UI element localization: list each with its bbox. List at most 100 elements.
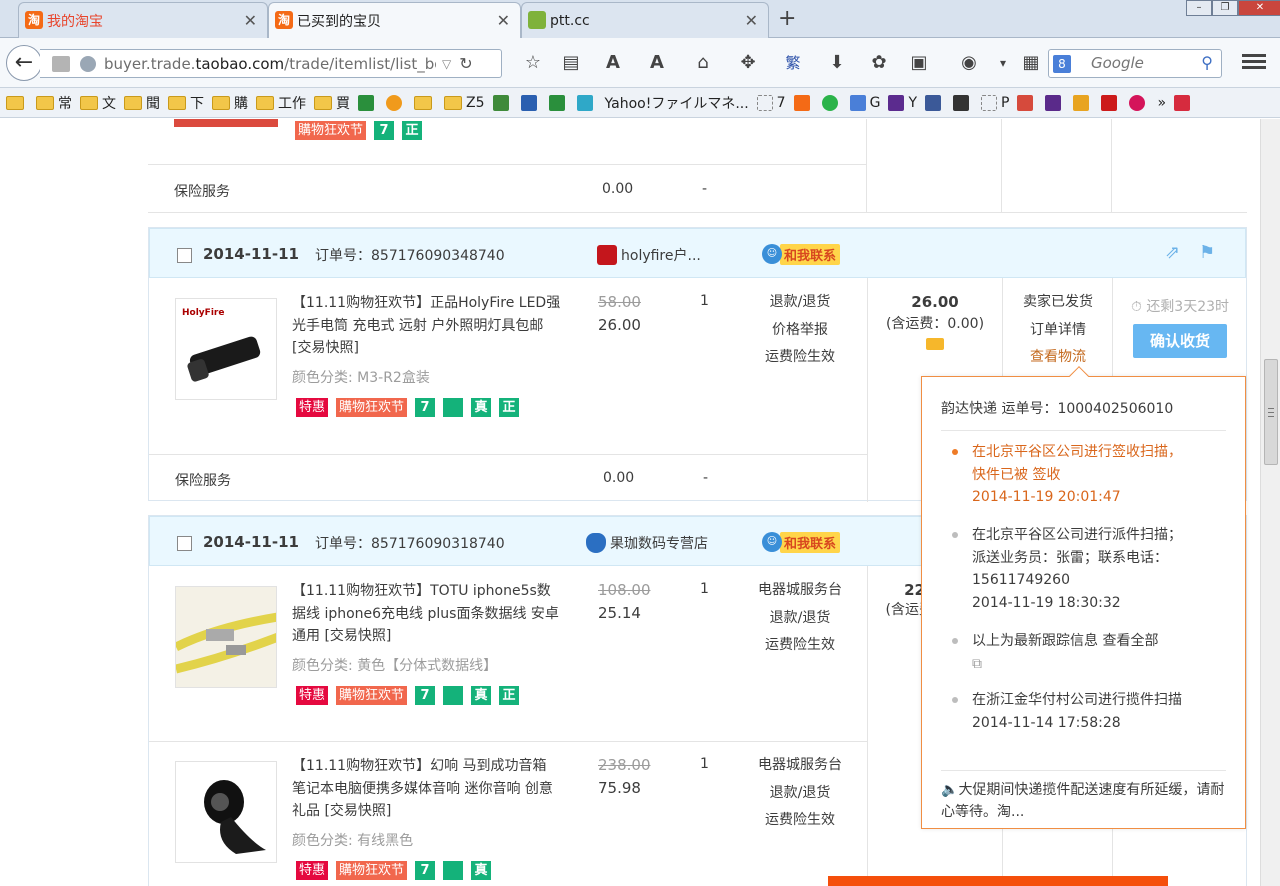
bookmark-gmail-icon[interactable] [1017,94,1037,111]
bookmark-folder[interactable]: 下 [168,93,204,113]
bookmark-play-icon[interactable] [576,94,597,111]
close-tab-icon[interactable]: ✕ [745,11,758,30]
bookmark-folder[interactable]: 文 [80,93,116,113]
bookmark-icon[interactable] [793,94,814,111]
url-dropdown-icon[interactable]: ▽ [442,57,451,71]
bookmark-folder[interactable]: 購 [212,93,248,113]
search-box[interactable]: 8 ⚲ [1048,49,1222,78]
more-bookmarks-icon[interactable]: » [1157,95,1166,111]
download-icon[interactable]: ⬇ [824,50,850,76]
google-icon[interactable]: 8 [1053,55,1071,73]
bookmark-google[interactable]: G [849,94,880,111]
bookmark-yahoo-file[interactable]: Yahoo!ファイルマネ... [605,93,749,113]
reading-list-icon[interactable]: ▤ [558,50,584,76]
bookmark-windows-icon[interactable] [1073,94,1093,111]
product-thumbnail[interactable] [175,761,277,863]
font-size-icon[interactable]: A [600,50,626,76]
bookmark-mail-icon[interactable] [1045,94,1065,111]
share-icon[interactable]: ⇗ [1165,243,1185,263]
close-tab-icon[interactable]: ✕ [497,11,510,30]
shipping-insurance-link[interactable]: 运费险生效 [750,807,850,835]
price-report-link[interactable]: 价格举报 [750,317,850,345]
new-tab-icon[interactable]: + [778,6,796,31]
screenshot-icon[interactable]: ▣ [906,50,932,76]
notes-icon[interactable]: ▦ [1018,50,1044,76]
bookmark-icon[interactable] [821,94,842,111]
product-title-link[interactable]: 【11.11购物狂欢节】TOTU iphone5s数据线 iphone6充电线 … [292,580,564,648]
scrollbar-thumb[interactable] [1264,359,1278,465]
bookmark-folder[interactable]: 常 [36,93,72,113]
refund-link[interactable]: 退款/退货 [750,605,850,633]
order-checkbox[interactable] [177,248,192,263]
tab-ptt[interactable]: ptt.cc ✕ [521,2,769,38]
bookmark-yahoo[interactable]: Y [888,94,917,111]
identity-icon[interactable] [52,55,70,72]
search-input[interactable] [1091,54,1191,72]
page-scrollbar[interactable] [1260,119,1280,886]
view-logistics-link[interactable]: 查看物流 [1004,344,1112,372]
move-icon[interactable]: ✥ [735,50,761,76]
tab-purchased-items[interactable]: 淘 已买到的宝贝 ✕ [268,2,521,39]
shop-link[interactable]: 果珈数码专营店 [586,533,708,553]
address-bar[interactable]: buyer.trade.taobao.com/trade/itemlist/li… [40,49,502,78]
dropdown-icon[interactable]: ▾ [990,50,1016,76]
traditional-chinese-icon[interactable]: 繁 [780,50,806,76]
reload-icon[interactable]: ↻ [459,54,472,73]
order-details-link[interactable]: 订单详情 [1004,317,1112,345]
minimize-icon[interactable]: – [1186,0,1212,16]
restore-icon[interactable]: ❐ [1212,0,1238,16]
bookmark-icon[interactable] [358,94,378,111]
star-icon[interactable]: ☆ [520,50,546,76]
camera-icon[interactable]: ◉ [956,50,982,76]
bookmark-icon[interactable] [953,94,973,111]
bookmark-folder[interactable]: 工作 [256,93,306,113]
floating-bar[interactable] [828,876,1168,886]
appliance-service-link[interactable]: 电器城服务台 [750,752,850,780]
view-all-tracking-link[interactable]: 以上为最新跟踪信息 查看全部 ⧉ [972,630,1172,675]
shipping-insurance-link[interactable]: 运费险生效 [750,632,850,660]
bookmark-folder[interactable]: 買 [314,93,350,113]
bookmark-item[interactable]: 7 [756,94,786,111]
tab-my-taobao[interactable]: 淘 我的淘宝 ✕ [18,2,268,38]
contact-seller-button[interactable]: ☺ 和我联系 [762,243,841,265]
refund-link[interactable]: 退款/退货 [750,780,850,808]
shipping-insurance-link[interactable]: 运费险生效 [750,344,850,372]
bookmark-facebook-icon[interactable] [925,94,945,111]
extension-icon[interactable]: ✿ [866,50,892,76]
menu-icon[interactable] [1240,51,1268,75]
bookmark-folder[interactable] [6,95,28,110]
product-title-link[interactable]: 【11.11购物狂欢节】正品HolyFire LED强光手电筒 充电式 远射 户… [292,292,564,360]
product-thumbnail[interactable]: HolyFire [175,298,277,400]
bookmark-item[interactable]: P [981,94,1009,111]
bookmark-folder[interactable]: Z5 [444,95,485,111]
product-thumbnail[interactable] [175,586,277,688]
bookmark-youtube-icon[interactable] [1101,94,1121,111]
flag-icon[interactable]: ⚑ [1199,243,1219,263]
confirm-receipt-button[interactable]: 确认收货 [1133,324,1227,358]
bookmark-icon[interactable] [1129,94,1149,111]
close-window-icon[interactable]: ✕ [1238,0,1280,16]
bookmark-icon[interactable] [492,94,513,111]
url-text[interactable]: buyer.trade.taobao.com/trade/itemlist/li… [104,55,436,73]
product-title-link[interactable]: 【11.11购物狂欢节】幻响 马到成功音箱 笔记本电脑便携多媒体音响 迷你音响 … [292,755,564,823]
back-arrow-icon[interactable]: ← [6,45,42,81]
wangwang-icon: ☺ [762,532,782,552]
bookmark-icon[interactable] [520,94,541,111]
order-checkbox[interactable] [177,536,192,551]
font-size-small-icon[interactable]: A [644,50,670,76]
logistics-event: 在浙江金华付村公司进行揽件扫描 2014-11-14 17:58:28 [972,692,1182,731]
search-icon[interactable]: ⚲ [1201,53,1213,72]
bookmark-icon[interactable] [1174,94,1194,111]
product-thumbnail[interactable] [174,119,278,127]
bookmark-folder[interactable]: 聞 [124,93,160,113]
refund-link[interactable]: 退款/退货 [750,289,850,317]
bookmark-icon[interactable] [548,94,569,111]
bookmark-folder[interactable] [414,95,436,110]
insurance-dash: - [703,470,709,486]
shop-link[interactable]: holyfire户... [597,245,701,265]
bookmark-icon[interactable] [386,94,406,111]
contact-seller-button[interactable]: ☺ 和我联系 [762,531,841,553]
home-icon[interactable]: ⌂ [690,50,716,76]
close-tab-icon[interactable]: ✕ [244,11,257,30]
appliance-service-link[interactable]: 电器城服务台 [750,577,850,605]
